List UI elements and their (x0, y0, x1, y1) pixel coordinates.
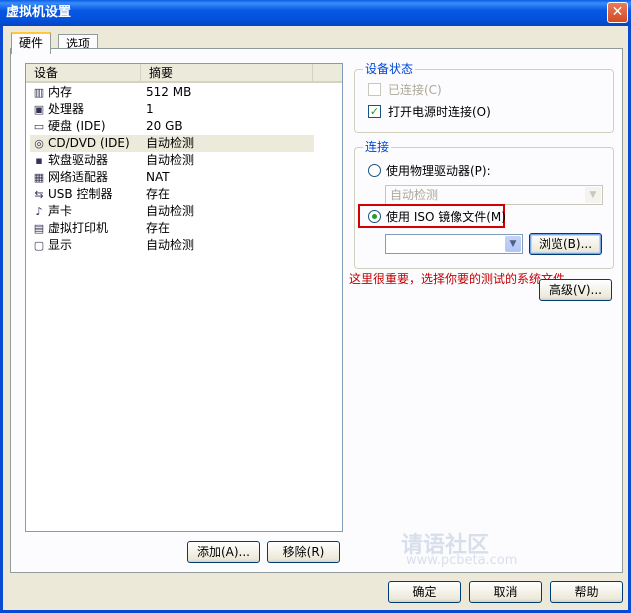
close-icon[interactable]: ✕ (607, 2, 628, 23)
device-summary: 自动检测 (146, 204, 195, 218)
device-summary: 存在 (146, 187, 171, 201)
usb-icon: ⇆ (34, 188, 44, 201)
device-name: 软盘驱动器 (48, 153, 109, 167)
physical-drive-value: 自动检测 (390, 188, 439, 202)
device-name: CD/DVD (IDE) (48, 136, 130, 150)
memory-icon: ▥ (33, 86, 45, 99)
device-row[interactable]: ◎ CD/DVD (IDE) 自动检测 (30, 135, 314, 152)
device-summary: 自动检测 (146, 153, 195, 167)
window-title: 虚拟机设置 (6, 5, 72, 20)
physical-drive-radio[interactable] (368, 164, 381, 177)
iso-image-radio[interactable] (368, 210, 381, 223)
physical-drive-select[interactable]: 自动检测 ▼ (385, 185, 603, 205)
device-status-group: 设备状态 已连接(C) ✓ 打开电源时连接(O) (354, 62, 614, 133)
column-device[interactable]: 设备 (26, 64, 141, 83)
advanced-button[interactable]: 高级(V)... (539, 279, 612, 301)
device-row[interactable]: ▭ 硬盘 (IDE) 20 GB (30, 118, 314, 135)
device-list[interactable]: 设备 摘要 ▥ 内存 512 MB ▣ 处理器 1 ▭ 硬盘 (IDE) 20 GB ◎ CD/DV… (25, 63, 343, 532)
printer-icon: ▤ (33, 222, 45, 235)
device-name: 内存 (48, 85, 73, 99)
device-status-title: 设备状态 (363, 62, 416, 76)
display-icon: ▢ (33, 239, 45, 252)
device-row[interactable]: ▤ 虚拟打印机 存在 (30, 220, 314, 237)
device-row[interactable]: ♪ 声卡 自动检测 (30, 203, 314, 220)
chevron-down-icon[interactable]: ▼ (505, 236, 521, 252)
vm-settings-window: 虚拟机设置 ✕ 硬件 选项 设备 摘要 ▥ 内存 512 MB ▣ 处理器 1 ▭ 硬盘 (I… (0, 0, 631, 613)
column-summary[interactable]: 摘要 (141, 64, 313, 83)
device-summary: 20 GB (146, 119, 183, 133)
cancel-button[interactable]: 取消 (469, 581, 542, 603)
device-summary: 自动检测 (146, 238, 195, 252)
device-name: 网络适配器 (48, 170, 109, 184)
device-name: 硬盘 (IDE) (48, 119, 106, 133)
processor-icon: ▣ (33, 103, 45, 116)
iso-image-label: 使用 ISO 镜像文件(M) (386, 210, 506, 224)
device-row[interactable]: ▪ 软盘驱动器 自动检测 (30, 152, 314, 169)
device-row[interactable]: ▦ 网络适配器 NAT (30, 169, 314, 186)
network-icon: ▦ (33, 171, 45, 184)
physical-drive-label: 使用物理驱动器(P): (386, 164, 491, 178)
device-summary: 自动检测 (146, 136, 195, 150)
floppy-icon: ▪ (35, 154, 43, 167)
device-name: 虚拟打印机 (48, 221, 109, 235)
device-list-header: 设备 摘要 (26, 64, 342, 83)
iso-path-combo[interactable]: ▼ (385, 234, 523, 254)
device-summary: 512 MB (146, 85, 192, 99)
watermark-url: www.pcbeta.com (406, 553, 518, 568)
tab-hardware[interactable]: 硬件 (11, 32, 52, 54)
device-row[interactable]: ▥ 内存 512 MB (30, 84, 314, 101)
device-name: 显示 (48, 238, 73, 252)
connection-group: 连接 使用物理驱动器(P): 自动检测 ▼ 使用 ISO 镜像文件(M) ▼ 浏… (354, 140, 614, 269)
device-name: 声卡 (48, 204, 73, 218)
device-row[interactable]: ▢ 显示 自动检测 (30, 237, 314, 254)
device-row[interactable]: ⇆ USB 控制器 存在 (30, 186, 314, 203)
connected-checkbox[interactable] (368, 83, 381, 96)
device-row[interactable]: ▣ 处理器 1 (30, 101, 314, 118)
power-on-checkbox[interactable]: ✓ (368, 105, 381, 118)
device-summary: NAT (146, 170, 170, 184)
hardware-panel: 设备 摘要 ▥ 内存 512 MB ▣ 处理器 1 ▭ 硬盘 (IDE) 20 GB ◎ CD/DV… (10, 48, 623, 573)
harddisk-icon: ▭ (33, 120, 45, 133)
device-summary: 1 (146, 102, 154, 116)
cdrom-icon: ◎ (34, 137, 44, 150)
connection-title: 连接 (363, 140, 392, 154)
power-on-label: 打开电源时连接(O) (388, 105, 491, 119)
browse-button[interactable]: 浏览(B)... (529, 233, 602, 255)
device-summary: 存在 (146, 221, 171, 235)
ok-button[interactable]: 确定 (388, 581, 461, 603)
help-button[interactable]: 帮助 (550, 581, 623, 603)
title-bar[interactable]: 虚拟机设置 ✕ (0, 0, 631, 26)
sound-icon: ♪ (35, 205, 43, 218)
add-device-button[interactable]: 添加(A)... (187, 541, 260, 563)
remove-device-button[interactable]: 移除(R) (267, 541, 340, 563)
annotation-note: 这里很重要，选择你要的测试的系统文件 (349, 272, 566, 286)
device-name: USB 控制器 (48, 187, 113, 201)
chevron-down-icon[interactable]: ▼ (585, 187, 601, 203)
device-name: 处理器 (48, 102, 85, 116)
connected-label: 已连接(C) (388, 83, 442, 97)
